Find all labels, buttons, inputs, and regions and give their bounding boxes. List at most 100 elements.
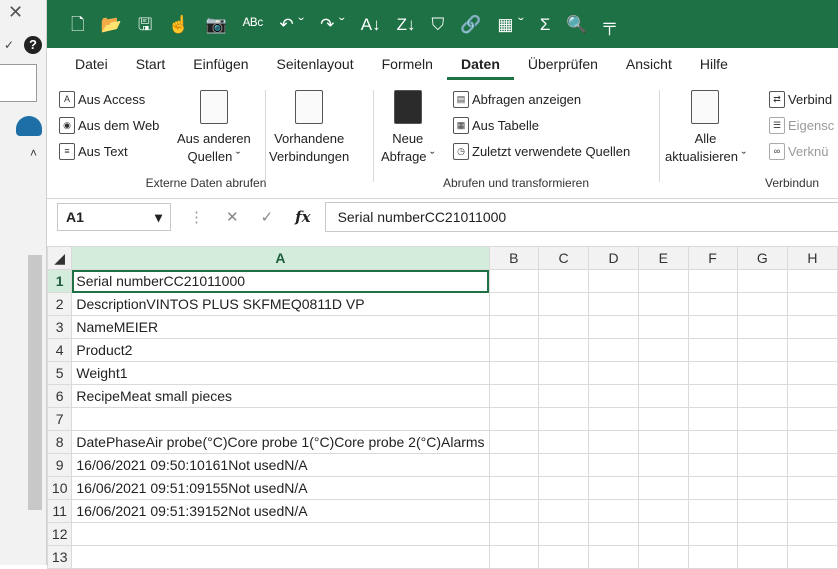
cell-b10[interactable]	[488, 476, 540, 500]
row-header[interactable]: 13	[46, 545, 73, 569]
cell-e11[interactable]	[638, 499, 689, 523]
cell-f13[interactable]	[687, 545, 738, 569]
redo-icon[interactable]: ↷ ˇ	[320, 16, 345, 33]
shell-icon[interactable]	[16, 116, 42, 136]
show-queries-button[interactable]: ▤ Abfragen anzeigen	[453, 86, 630, 112]
cell-g5[interactable]	[736, 361, 788, 385]
cell-e6[interactable]	[638, 384, 689, 408]
cell-d6[interactable]	[588, 384, 639, 408]
row-header[interactable]: 10	[46, 476, 73, 500]
cell-g8[interactable]	[736, 430, 788, 454]
cell-e12[interactable]	[638, 522, 689, 546]
edit-links-button[interactable]: ∞ Verknü	[769, 138, 834, 164]
cell-g3[interactable]	[736, 315, 788, 339]
connections-button[interactable]: ⇄ Verbind	[769, 86, 834, 112]
cell-d10[interactable]	[588, 476, 639, 500]
cell-e1[interactable]	[638, 269, 689, 293]
cell-f6[interactable]	[687, 384, 738, 408]
row-header[interactable]: 6	[46, 384, 73, 408]
chevron-down-icon[interactable]: ▾	[155, 209, 162, 226]
cell-c13[interactable]	[538, 545, 590, 569]
cell-e7[interactable]	[638, 407, 689, 431]
collapse-icon[interactable]: ˄	[30, 146, 37, 160]
cell-f5[interactable]	[687, 361, 738, 385]
recent-sources-button[interactable]: ◷ Zuletzt verwendete Quellen	[453, 138, 630, 164]
from-table-button[interactable]: ▦ Aus Tabelle	[453, 112, 630, 138]
cell-a7[interactable]	[71, 407, 490, 431]
column-header-h[interactable]: H	[786, 246, 838, 270]
cell-c10[interactable]	[538, 476, 590, 500]
insert-function-icon[interactable]: fx	[295, 208, 310, 226]
sort-asc-icon[interactable]: A↓	[361, 16, 381, 33]
cell-e9[interactable]	[638, 453, 689, 477]
table-icon[interactable]: ▦ ˇ	[497, 16, 523, 33]
cell-e8[interactable]	[638, 430, 689, 454]
cell-a1[interactable]: Serial numberCC21011000	[71, 269, 490, 293]
row-header[interactable]: 9	[46, 453, 73, 477]
other-sources-button[interactable]: Aus anderen Quellen ˇ	[177, 86, 251, 166]
cell-g2[interactable]	[736, 292, 788, 316]
cell-a12[interactable]	[71, 522, 490, 546]
cell-g11[interactable]	[736, 499, 788, 523]
cell-e2[interactable]	[638, 292, 689, 316]
cell-f12[interactable]	[687, 522, 738, 546]
row-header[interactable]: 1	[46, 269, 73, 293]
cell-h12[interactable]	[786, 522, 838, 546]
cell-f11[interactable]	[687, 499, 738, 523]
cell-h2[interactable]	[786, 292, 838, 316]
cell-d7[interactable]	[588, 407, 639, 431]
cell-g9[interactable]	[736, 453, 788, 477]
cell-e4[interactable]	[638, 338, 689, 362]
sort-desc-icon[interactable]: Z↓	[397, 16, 416, 33]
cell-b3[interactable]	[488, 315, 540, 339]
cell-e5[interactable]	[638, 361, 689, 385]
row-header[interactable]: 3	[46, 315, 73, 339]
help-icon[interactable]: ?	[24, 36, 42, 54]
properties-button[interactable]: ☰ Eigensc	[769, 112, 834, 138]
cell-d8[interactable]	[588, 430, 639, 454]
refresh-all-button[interactable]: Alle aktualisieren ˇ	[665, 86, 746, 166]
tab-einf-gen[interactable]: Einfügen	[179, 56, 262, 80]
preview-icon[interactable]: 🔍	[566, 16, 587, 33]
existing-connections-button[interactable]: Vorhandene Verbindungen	[269, 86, 349, 166]
cell-c3[interactable]	[538, 315, 590, 339]
cell-f2[interactable]	[687, 292, 738, 316]
cell-h6[interactable]	[786, 384, 838, 408]
name-box[interactable]: A1 ▾	[57, 203, 171, 231]
cell-d12[interactable]	[588, 522, 639, 546]
spelling-icon[interactable]: ᴬᴮᶜ	[243, 16, 264, 33]
formula-input[interactable]: Serial numberCC21011000	[324, 202, 838, 232]
cell-c9[interactable]	[538, 453, 590, 477]
cell-g10[interactable]	[736, 476, 788, 500]
cancel-icon[interactable]: ✕	[226, 208, 239, 226]
cell-e10[interactable]	[638, 476, 689, 500]
new-query-button[interactable]: Neue Abfrage ˇ	[381, 86, 434, 166]
cell-d11[interactable]	[588, 499, 639, 523]
cell-b12[interactable]	[488, 522, 540, 546]
tab-hilfe[interactable]: Hilfe	[686, 56, 742, 80]
cell-a4[interactable]: Product2	[71, 338, 490, 362]
cell-b4[interactable]	[488, 338, 540, 362]
cell-b11[interactable]	[488, 499, 540, 523]
cell-b5[interactable]	[488, 361, 540, 385]
cell-f8[interactable]	[687, 430, 738, 454]
tab--berpr-fen[interactable]: Überprüfen	[514, 56, 612, 80]
cell-c5[interactable]	[538, 361, 590, 385]
cell-a11[interactable]: 16/06/2021 09:51:39152Not usedN/A	[71, 499, 490, 523]
cell-b8[interactable]	[488, 430, 540, 454]
cell-c11[interactable]	[538, 499, 590, 523]
cell-g4[interactable]	[736, 338, 788, 362]
cell-h7[interactable]	[786, 407, 838, 431]
cell-c2[interactable]	[538, 292, 590, 316]
tab-formeln[interactable]: Formeln	[368, 56, 447, 80]
more-icon[interactable]: ╤	[604, 16, 616, 33]
column-header-d[interactable]: D	[588, 246, 639, 270]
cell-h10[interactable]	[786, 476, 838, 500]
from-text-button[interactable]: ≡ Aus Text	[59, 138, 159, 164]
cell-a10[interactable]: 16/06/2021 09:51:09155Not usedN/A	[71, 476, 490, 500]
cell-g7[interactable]	[736, 407, 788, 431]
cell-h5[interactable]	[786, 361, 838, 385]
sum-icon[interactable]: Σ	[540, 16, 551, 33]
column-header-e[interactable]: E	[638, 246, 689, 270]
cell-g1[interactable]	[736, 269, 788, 293]
